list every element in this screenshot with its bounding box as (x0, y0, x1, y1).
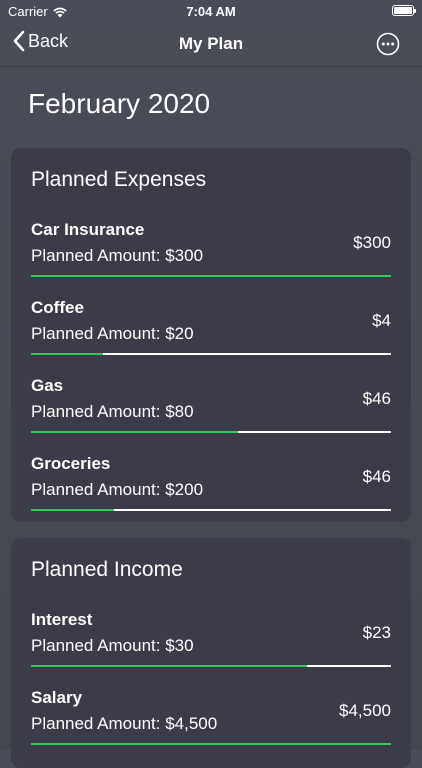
expense-name: Gas (31, 376, 64, 395)
planned-income-card: Planned Income Interest Planned Amount: … (11, 538, 411, 768)
income-planned-amount: Planned Amount: $30 (31, 636, 194, 655)
expense-progress-bar (31, 353, 391, 355)
income-actual-amount: $23 (362, 623, 391, 642)
expense-planned-amount: Planned Amount: $80 (31, 402, 194, 421)
expense-row-coffee[interactable]: Coffee Planned Amount: $20 $4 (31, 298, 391, 368)
expense-progress-fill (31, 509, 114, 511)
expense-actual-amount: $4 (372, 311, 391, 330)
page-title: My Plan (178, 34, 244, 53)
income-progress-bar (31, 743, 391, 745)
expense-row-groceries[interactable]: Groceries Planned Amount: $200 $46 (31, 454, 391, 524)
income-name: Interest (31, 610, 93, 629)
expense-actual-amount: $300 (353, 233, 391, 252)
expense-progress-bar (31, 431, 391, 433)
expense-name: Car Insurance (31, 220, 145, 239)
income-actual-amount: $4,500 (339, 701, 391, 720)
income-progress-bar (31, 665, 391, 667)
planned-income-title: Planned Income (31, 558, 183, 581)
navigation-bar: Back My Plan (0, 22, 422, 67)
planned-expenses-card: Planned Expenses Car Insurance Planned A… (11, 148, 411, 522)
expense-planned-amount: Planned Amount: $200 (31, 480, 204, 499)
month-title: February 2020 (28, 88, 211, 119)
income-name: Salary (31, 688, 83, 707)
expense-progress-bar (31, 275, 391, 277)
income-progress-fill (31, 743, 391, 745)
income-planned-amount: Planned Amount: $4,500 (31, 714, 218, 733)
more-options-icon[interactable] (376, 32, 400, 56)
expense-progress-fill (31, 431, 238, 433)
income-progress-fill (31, 665, 308, 667)
expense-row-car-insurance[interactable]: Car Insurance Planned Amount: $300 $300 (31, 220, 391, 290)
expense-name: Groceries (31, 454, 111, 473)
status-time: 7:04 AM (186, 4, 236, 19)
battery-icon (392, 5, 416, 16)
expense-progress-fill (31, 275, 391, 277)
expense-progress-bar (31, 509, 391, 511)
income-row-salary[interactable]: Salary Planned Amount: $4,500 $4,500 (31, 688, 391, 758)
status-bar: Carrier 7:04 AM (0, 0, 422, 22)
planned-expenses-title: Planned Expenses (31, 168, 207, 191)
income-row-interest[interactable]: Interest Planned Amount: $30 $23 (31, 610, 391, 680)
expense-name: Coffee (31, 298, 84, 317)
expense-actual-amount: $46 (362, 467, 391, 486)
expense-progress-fill (31, 353, 103, 355)
expense-planned-amount: Planned Amount: $20 (31, 324, 194, 343)
expense-planned-amount: Planned Amount: $300 (31, 246, 204, 265)
expense-actual-amount: $46 (362, 389, 391, 408)
expense-row-gas[interactable]: Gas Planned Amount: $80 $46 (31, 376, 391, 446)
